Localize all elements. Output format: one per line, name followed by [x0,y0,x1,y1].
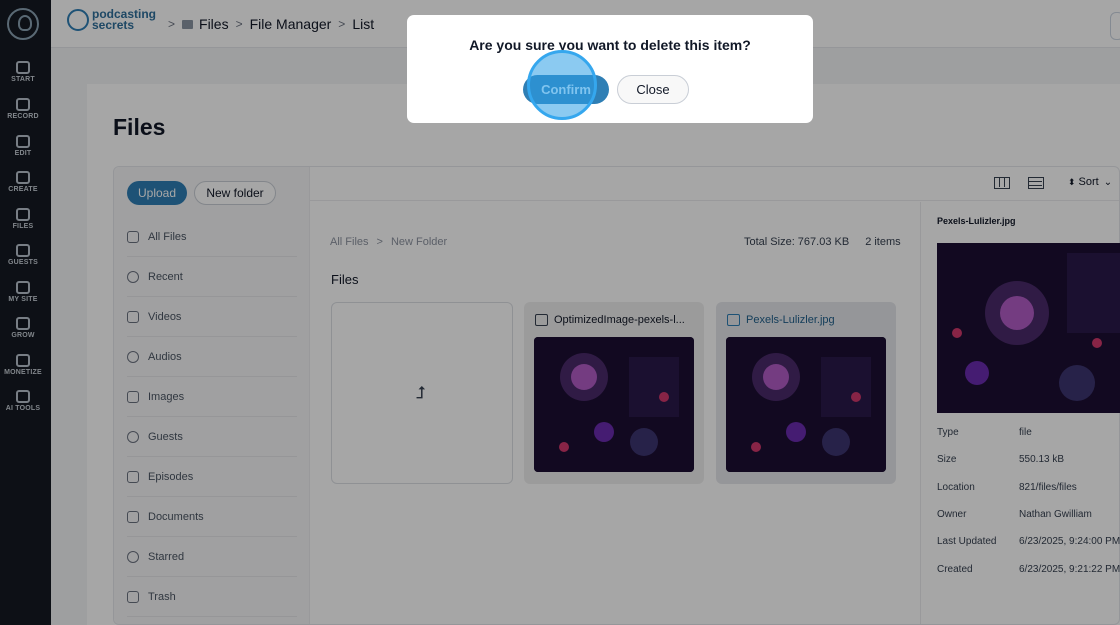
close-button[interactable]: Close [617,75,689,104]
dialog-title: Are you sure you want to delete this ite… [469,37,751,53]
confirm-button[interactable]: Confirm [523,75,609,104]
delete-confirm-dialog: Are you sure you want to delete this ite… [407,15,813,123]
